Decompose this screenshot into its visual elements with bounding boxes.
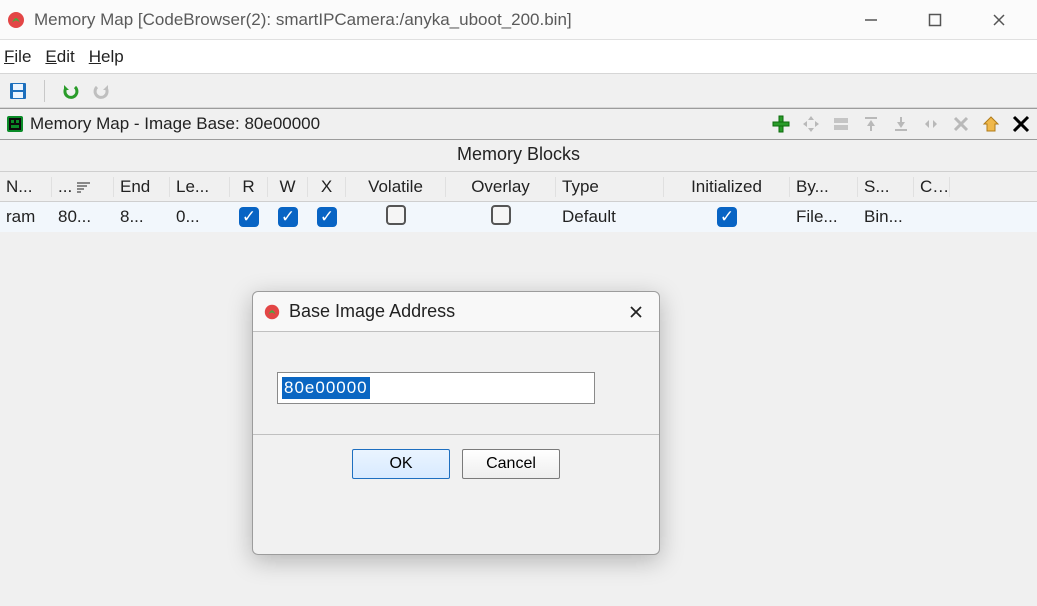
close-panel-button[interactable] (1009, 112, 1033, 136)
col-comment[interactable]: C... (914, 177, 950, 197)
col-volatile[interactable]: Volatile (346, 177, 446, 197)
save-button[interactable] (8, 81, 28, 101)
table-row[interactable]: ram 80... 8... 0... ✓ ✓ ✓ Default ✓ File… (0, 202, 1037, 232)
window-title: Memory Map [CodeBrowser(2): smartIPCamer… (34, 10, 857, 30)
maximize-button[interactable] (921, 6, 949, 34)
app-icon (6, 10, 26, 30)
dialog-body: 80e00000 (253, 332, 659, 435)
dialog-footer: OK Cancel (253, 435, 659, 493)
close-button[interactable] (985, 6, 1013, 34)
col-end[interactable]: End (114, 177, 170, 197)
panel-header: Memory Map - Image Base: 80e00000 (0, 108, 1037, 140)
menu-help[interactable]: Help (89, 47, 124, 67)
col-initialized[interactable]: Initialized (664, 177, 790, 197)
col-source[interactable]: S... (858, 177, 914, 197)
cell-source: Bin... (858, 207, 914, 227)
col-w[interactable]: W (268, 177, 308, 197)
titlebar: Memory Map [CodeBrowser(2): smartIPCamer… (0, 0, 1037, 40)
window-controls (857, 6, 1037, 34)
set-image-base-button[interactable] (979, 112, 1003, 136)
base-image-address-dialog: Base Image Address 80e00000 OK Cancel (252, 291, 660, 555)
checkbox-checked-icon: ✓ (239, 207, 259, 227)
add-block-button[interactable] (769, 112, 793, 136)
checkbox-unchecked-icon (491, 205, 511, 225)
expand-up-button[interactable] (859, 112, 883, 136)
section-title: Memory Blocks (0, 140, 1037, 172)
cell-r[interactable]: ✓ (230, 207, 268, 227)
merge-block-button[interactable] (919, 112, 943, 136)
checkbox-unchecked-icon (386, 205, 406, 225)
menu-file[interactable]: File (4, 47, 31, 67)
menubar: File Edit Help (0, 40, 1037, 74)
ok-button[interactable]: OK (352, 449, 450, 479)
col-overlay[interactable]: Overlay (446, 177, 556, 197)
panel-actions (769, 112, 1037, 136)
dialog-title: Base Image Address (289, 301, 623, 322)
cell-length: 0... (170, 207, 230, 227)
cell-x[interactable]: ✓ (308, 207, 346, 227)
col-start[interactable]: ... (52, 177, 114, 197)
cancel-button[interactable]: Cancel (462, 449, 560, 479)
cell-initialized[interactable]: ✓ (664, 207, 790, 227)
delete-block-button[interactable] (949, 112, 973, 136)
base-address-input[interactable]: 80e00000 (277, 372, 595, 404)
cell-end: 8... (114, 207, 170, 227)
expand-down-button[interactable] (889, 112, 913, 136)
move-block-button[interactable] (799, 112, 823, 136)
base-address-value: 80e00000 (282, 377, 370, 399)
dialog-titlebar: Base Image Address (253, 292, 659, 332)
memory-blocks-table: N... ... End Le... R W X Volatile Overla… (0, 172, 1037, 232)
dialog-icon (263, 303, 281, 321)
split-block-button[interactable] (829, 112, 853, 136)
col-byte[interactable]: By... (790, 177, 858, 197)
panel-title: Memory Map - Image Base: 80e00000 (30, 114, 769, 134)
col-x[interactable]: X (308, 177, 346, 197)
col-length[interactable]: Le... (170, 177, 230, 197)
dialog-close-button[interactable] (623, 299, 649, 325)
checkbox-checked-icon: ✓ (278, 207, 298, 227)
sort-asc-icon (76, 181, 90, 193)
col-name[interactable]: N... (0, 177, 52, 197)
cell-name: ram (0, 207, 52, 227)
cell-byte: File... (790, 207, 858, 227)
checkbox-checked-icon: ✓ (317, 207, 337, 227)
redo-button[interactable] (91, 81, 111, 101)
undo-button[interactable] (61, 81, 81, 101)
toolbar (0, 74, 1037, 108)
cell-volatile[interactable] (346, 205, 446, 230)
cell-start: 80... (52, 207, 114, 227)
cell-overlay[interactable] (446, 205, 556, 230)
menu-edit[interactable]: Edit (45, 47, 74, 67)
toolbar-separator (44, 80, 45, 102)
minimize-button[interactable] (857, 6, 885, 34)
col-type[interactable]: Type (556, 177, 664, 197)
col-r[interactable]: R (230, 177, 268, 197)
cell-type: Default (556, 207, 664, 227)
checkbox-checked-icon: ✓ (717, 207, 737, 227)
table-header: N... ... End Le... R W X Volatile Overla… (0, 172, 1037, 202)
cell-w[interactable]: ✓ (268, 207, 308, 227)
memory-map-icon (6, 115, 24, 133)
